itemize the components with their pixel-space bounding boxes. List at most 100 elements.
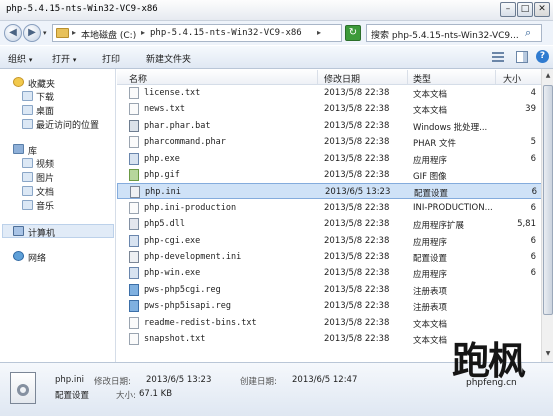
file-type: 应用程序 [413,270,448,281]
breadcrumb-folder[interactable]: php-5.4.15-nts-Win32-VC9-x86 [150,28,302,38]
table-row[interactable]: pws-php5cgi.reg 2013/5/8 22:38 注册表项 [117,282,547,298]
star-icon [13,77,24,87]
table-row[interactable]: php.ini-production 2013/5/8 22:38 INI-PROD… [117,200,547,216]
column-header-name[interactable]: 名称 [129,72,147,85]
table-row[interactable]: php.gif 2013/5/8 22:38 GIF 图像 [117,167,547,183]
video-icon [22,158,33,168]
table-row[interactable]: php-cgi.exe 2013/5/8 22:38 应用程序 6 [117,233,547,249]
table-row[interactable]: php-win.exe 2013/5/8 22:38 应用程序 6 [117,265,547,281]
search-icon[interactable]: ⌕ [525,26,531,40]
open-label: 打开 [52,55,71,65]
details-modified-value: 2013/6/5 13:23 [146,375,212,385]
txt-file-icon [129,316,139,329]
column-header-size[interactable]: 大小 [503,72,521,85]
file-size: 6 [530,252,536,262]
watermark: 跑枫 phpfeng.cn [452,330,548,402]
nav-music[interactable]: 音乐 [36,199,54,212]
open-button[interactable]: 打开 ▾ [52,52,76,65]
dll-file-icon [129,218,139,231]
column-divider[interactable] [407,70,408,84]
file-date: 2013/5/8 22:38 [324,120,390,131]
close-button[interactable]: ✕ [534,2,550,17]
new-folder-button[interactable]: 新建文件夹 [146,52,191,65]
table-row[interactable]: phar.phar.bat 2013/5/8 22:38 Windows 批处理..… [117,118,547,134]
organize-button[interactable]: 组织 ▾ [8,52,32,65]
table-row-selected[interactable]: php.ini 2013/6/5 13:23 配置设置 6 [117,183,547,200]
nav-recent-places[interactable]: 最近访问的位置 [36,118,99,131]
watermark-logo: 跑枫 [452,338,526,383]
column-header-date[interactable]: 修改日期 [324,72,360,85]
minimize-button[interactable]: – [500,2,516,17]
table-row[interactable]: license.txt 2013/5/8 22:38 文本文档 4 [117,85,547,101]
file-size: 6 [530,202,536,213]
ini-file-icon [129,251,139,263]
computer-icon [13,226,24,236]
nav-network[interactable]: 网络 [28,251,46,264]
view-options-icon[interactable] [492,52,504,63]
file-size: 5,81 [517,219,536,230]
file-name: php-cgi.exe [144,235,201,246]
nav-favorites[interactable]: 收藏夹 [28,77,55,90]
scroll-up-icon[interactable]: ▲ [543,70,553,82]
chevron-down-icon: ▾ [28,56,33,64]
file-type: 应用程序 [413,237,448,248]
maximize-button[interactable]: □ [517,2,533,17]
print-button[interactable]: 打印 [102,52,120,65]
download-icon [22,91,33,101]
address-bar[interactable]: ▸ 本地磁盘 (C:) ▸ php-5.4.15-nts-Win32-VC9-x… [52,24,384,42]
table-row[interactable]: php.exe 2013/5/8 22:38 应用程序 6 [117,151,547,167]
nav-pictures[interactable]: 图片 [36,171,54,184]
file-type: 注册表项 [413,303,448,314]
file-type: 文本文档 [413,90,448,100]
refresh-icon: ↻ [348,27,358,38]
preview-pane-icon[interactable] [516,51,528,63]
music-icon [22,200,33,210]
pictures-icon [22,172,33,182]
recent-pages-dropdown[interactable]: ▾ [43,29,47,37]
vertical-scrollbar[interactable]: ▲ ▼ [541,69,553,362]
forward-button[interactable]: ▶ [23,24,41,42]
file-date: 2013/5/8 22:38 [324,317,390,328]
file-name: php.gif [144,170,180,180]
file-date: 2013/5/8 22:38 [324,301,390,312]
file-size: 4 [530,88,536,98]
gif-file-icon [129,169,139,181]
nav-libraries[interactable]: 库 [28,144,37,157]
refresh-button[interactable]: ↻ [345,25,361,41]
table-row[interactable]: readme-redist-bins.txt 2013/5/8 22:38 文本文档 [117,315,547,331]
column-divider[interactable] [317,70,318,84]
help-icon[interactable]: ? [536,50,549,63]
file-name: php5.dll [144,219,185,230]
file-date: 2013/5/8 22:38 [324,170,390,180]
title-bar: php-5.4.15-nts-Win32-VC9-x86 – □ ✕ [0,0,553,21]
nav-documents[interactable]: 文档 [36,185,54,198]
file-date: 2013/5/8 22:38 [324,252,390,262]
table-row[interactable]: pharcommand.phar 2013/5/8 22:38 PHAR 文件 5 [117,134,547,150]
column-header-type[interactable]: 类型 [413,72,431,85]
chevron-down-icon: ▾ [72,56,77,64]
folder-icon [56,28,69,38]
nav-videos[interactable]: 视频 [36,157,54,170]
back-button[interactable]: ◀ [4,24,22,42]
table-row[interactable]: news.txt 2013/5/8 22:38 文本文档 39 [117,101,547,117]
file-type: 注册表项 [413,286,448,297]
txt-file-icon [129,103,139,116]
column-divider[interactable] [495,70,496,84]
details-created-value: 2013/6/5 12:47 [292,375,358,385]
bat-file-icon [129,119,139,132]
table-row[interactable]: php5.dll 2013/5/8 22:38 应用程序扩展 5,81 [117,216,547,232]
nav-desktop[interactable]: 桌面 [36,104,54,117]
table-row[interactable]: php-development.ini 2013/5/8 22:38 配置设置 6 [117,249,547,265]
table-row[interactable]: pws-php5isapi.reg 2013/5/8 22:38 注册表项 [117,298,547,314]
ini-file-icon [130,186,140,199]
file-date: 2013/5/8 22:38 [324,235,390,246]
file-size: 39 [525,104,536,115]
search-input[interactable]: 搜索 php-5.4.15-nts-Win32-VC9... ⌕ [366,24,542,42]
file-size: 5 [530,137,536,148]
file-name: pws-php5isapi.reg [144,301,231,312]
nav-downloads[interactable]: 下载 [36,90,54,103]
file-date: 2013/5/8 22:38 [324,219,390,230]
breadcrumb-drive[interactable]: 本地磁盘 (C:) [81,28,136,41]
scrollbar-thumb[interactable] [543,85,553,315]
nav-computer[interactable]: 计算机 [28,226,55,239]
